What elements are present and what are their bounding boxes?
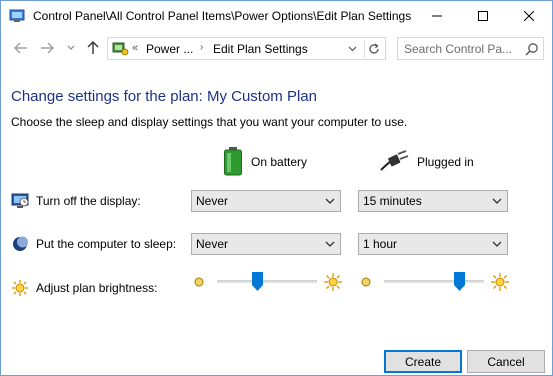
brightness-plugged-slider[interactable] (358, 271, 510, 293)
chevron-down-icon (325, 198, 335, 204)
sleep-plugged-select[interactable]: 1 hour (358, 233, 508, 255)
display-off-plugged-value: 15 minutes (363, 194, 422, 208)
slider-track (384, 280, 484, 283)
chevron-down-icon (325, 241, 335, 247)
dim-sun-icon (194, 277, 204, 287)
moon-icon (11, 235, 29, 253)
dim-sun-icon (361, 277, 371, 287)
create-button[interactable]: Create (384, 350, 462, 373)
display-icon (11, 192, 29, 210)
sleep-label: Put the computer to sleep: (36, 237, 177, 251)
search-box[interactable] (397, 37, 544, 60)
on-battery-label: On battery (251, 155, 308, 169)
sleep-battery-select[interactable]: Never (191, 233, 341, 255)
sun-icon (11, 279, 29, 297)
bright-sun-icon (324, 273, 342, 291)
turn-off-display-label: Turn off the display: (36, 194, 141, 208)
breadcrumb-separator[interactable]: › (200, 42, 203, 53)
sleep-row-label: Put the computer to sleep: (11, 234, 176, 254)
power-plug-icon (379, 149, 409, 175)
battery-icon (223, 146, 243, 179)
plugged-in-label: Plugged in (417, 155, 474, 169)
display-off-battery-value: Never (196, 194, 229, 208)
slider-track (217, 280, 317, 283)
title-bar: Control Panel\All Control Panel Items\Po… (1, 1, 552, 31)
forward-button[interactable] (37, 38, 57, 58)
turn-off-display-row-label: Turn off the display: (11, 191, 141, 211)
control-panel-icon (9, 8, 25, 24)
plugged-in-header: Plugged in (379, 147, 474, 177)
chevron-down-icon (492, 241, 502, 247)
sleep-battery-value: Never (196, 237, 229, 251)
search-icon[interactable] (525, 42, 539, 56)
page-description: Choose the sleep and display settings th… (11, 115, 408, 129)
minimize-button[interactable] (414, 1, 460, 31)
bright-sun-icon (491, 273, 509, 291)
display-off-battery-select[interactable]: Never (191, 190, 341, 212)
breadcrumb-power-options[interactable]: Power ... (146, 42, 193, 56)
brightness-battery-slider[interactable] (191, 271, 343, 293)
close-button[interactable] (506, 1, 552, 31)
recent-locations-chevron-icon[interactable] (61, 38, 81, 58)
slider-thumb[interactable] (251, 272, 263, 291)
display-off-plugged-select[interactable]: 15 minutes (358, 190, 508, 212)
edit-plan-settings-window: Control Panel\All Control Panel Items\Po… (0, 0, 553, 376)
refresh-icon[interactable] (364, 40, 382, 58)
page-title: Change settings for the plan: My Custom … (11, 88, 317, 105)
slider-thumb[interactable] (453, 272, 465, 291)
search-input[interactable] (404, 41, 519, 57)
back-button[interactable] (11, 38, 31, 58)
brightness-row-label: Adjust plan brightness: (11, 278, 157, 298)
up-button[interactable] (83, 38, 103, 58)
sleep-plugged-value: 1 hour (363, 237, 398, 251)
on-battery-header: On battery (223, 146, 308, 179)
breadcrumb-edit-plan-settings[interactable]: Edit Plan Settings (213, 42, 308, 56)
address-history-chevron-icon[interactable] (345, 42, 359, 56)
cancel-button[interactable]: Cancel (467, 350, 545, 373)
chevron-down-icon (492, 198, 502, 204)
power-options-icon (111, 40, 129, 57)
brightness-label: Adjust plan brightness: (36, 281, 158, 295)
navigation-bar: « Power ... › Edit Plan Settings (1, 34, 552, 62)
window-title: Control Panel\All Control Panel Items\Po… (33, 9, 412, 23)
maximize-button[interactable] (460, 1, 506, 31)
breadcrumb-overflow-marker[interactable]: « (132, 42, 138, 54)
address-bar[interactable]: « Power ... › Edit Plan Settings (107, 37, 386, 60)
